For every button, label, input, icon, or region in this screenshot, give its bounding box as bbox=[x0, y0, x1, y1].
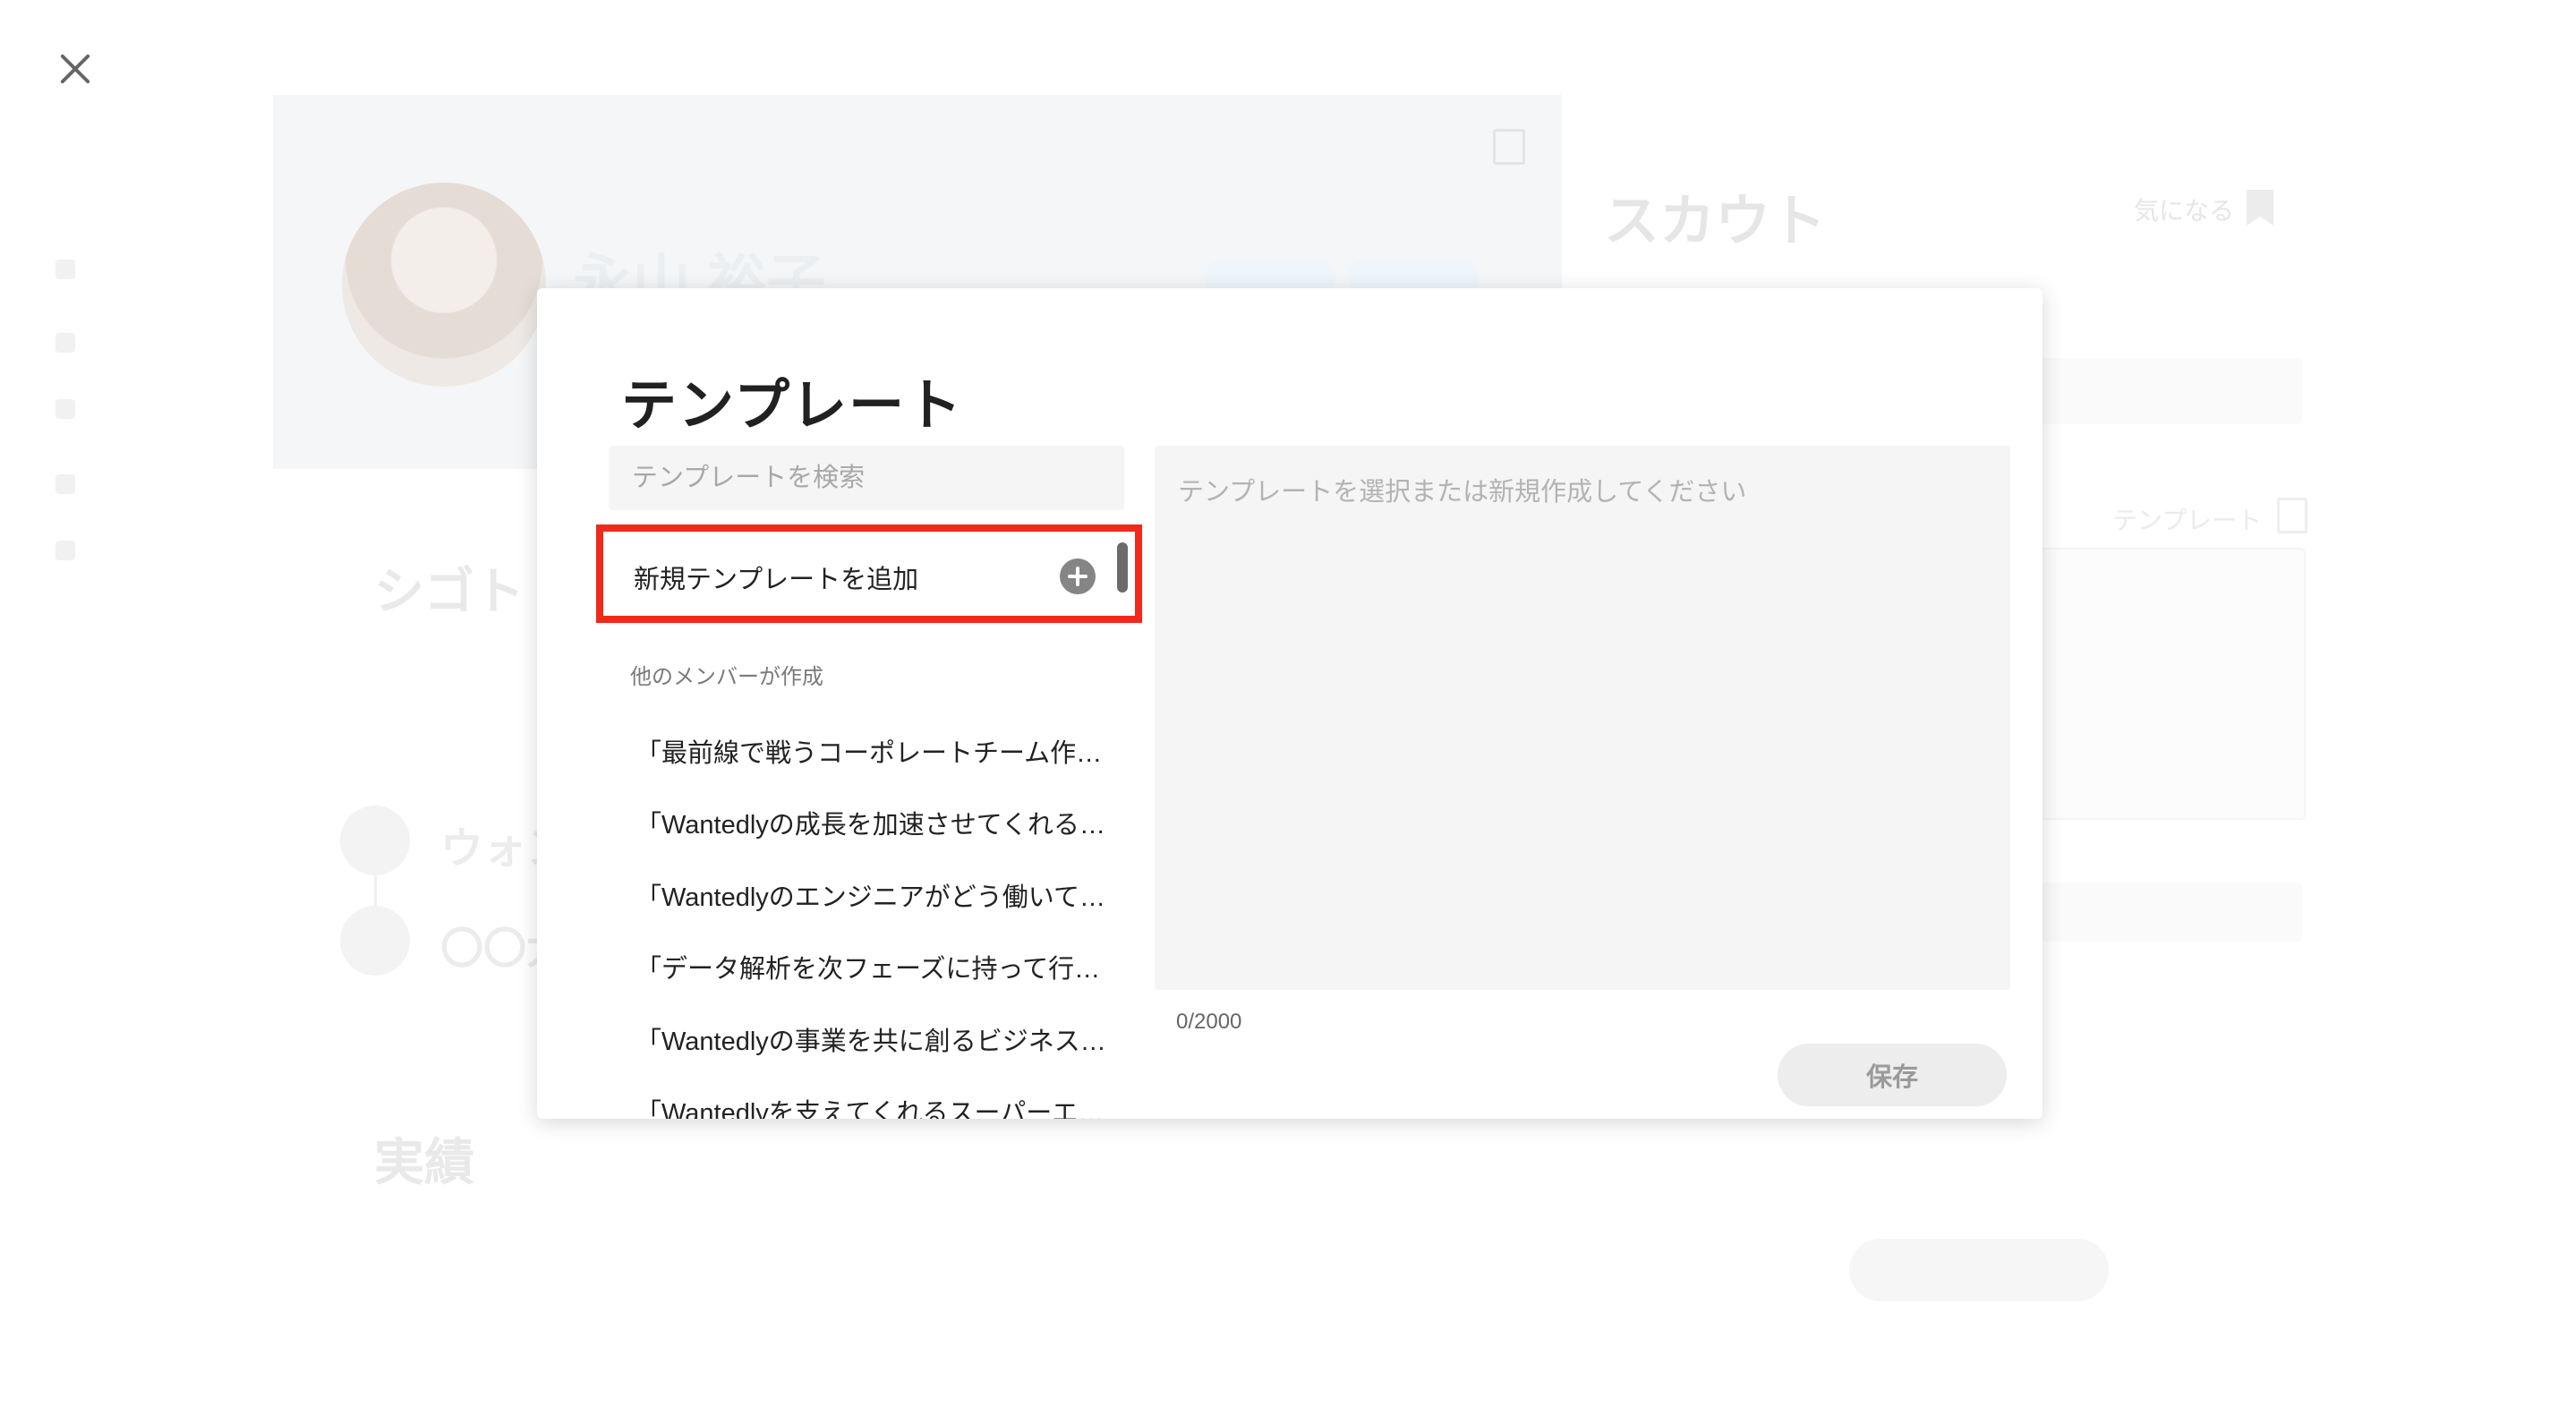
group-label: 他のメンバーが作成 bbox=[630, 665, 823, 689]
section-heading: シゴト bbox=[374, 563, 525, 619]
template-item[interactable]: 「データ解析を次フェーズに持って行… bbox=[635, 948, 1137, 1019]
template-list: 「最前線で戦うコーポレートチーム作… 「Wantedlyの成長を加速させてくれる… bbox=[635, 732, 1137, 1119]
save-button[interactable]: 保存 bbox=[1778, 1044, 2007, 1106]
list-scrollbar[interactable] bbox=[1117, 542, 1128, 593]
side-nav-icon bbox=[55, 399, 75, 419]
template-item[interactable]: 「Wantedlyの成長を加速させてくれる… bbox=[635, 804, 1137, 875]
section-heading: 実績 bbox=[374, 1134, 474, 1190]
add-template-label: 新規テンプレートを追加 bbox=[634, 566, 919, 594]
avatar bbox=[342, 183, 546, 387]
side-nav-icon bbox=[55, 260, 75, 279]
copy-icon bbox=[1493, 129, 1525, 165]
side-nav-icon bbox=[55, 474, 75, 494]
template-item[interactable]: 「Wantedlyのエンジニアがどう働いて… bbox=[635, 876, 1137, 948]
plus-circle-icon[interactable] bbox=[1060, 559, 1096, 594]
template-search-input[interactable] bbox=[609, 446, 1124, 510]
template-modal: テンプレート 新規テンプレートを追加 他のメンバーが作成 「最前線で戦うコーポレ… bbox=[537, 288, 2043, 1119]
template-item[interactable]: 「Wantedlyを支えてくれるスーパーエ… bbox=[635, 1092, 1137, 1119]
template-item[interactable]: 「Wantedlyの事業を共に創るビジネス… bbox=[635, 1020, 1137, 1092]
char-counter: 0/2000 bbox=[1176, 1010, 1242, 1034]
modal-title: テンプレート bbox=[621, 375, 964, 437]
close-icon[interactable] bbox=[55, 49, 95, 89]
bookmark-icon bbox=[2247, 190, 2273, 226]
side-nav-icon bbox=[55, 541, 75, 560]
send-button bbox=[1849, 1239, 2109, 1301]
template-link: テンプレート bbox=[2112, 507, 2263, 534]
template-icon bbox=[2277, 498, 2307, 533]
scout-title: スカウト bbox=[1604, 191, 1827, 252]
template-list-panel: 新規テンプレートを追加 他のメンバーが作成 「最前線で戦うコーポレートチーム作…… bbox=[596, 524, 1151, 1119]
side-nav-icon bbox=[55, 333, 75, 353]
bookmark-icon bbox=[340, 806, 410, 875]
bookmark-label: 気になる bbox=[2134, 197, 2235, 225]
template-item[interactable]: 「最前線で戦うコーポレートチーム作… bbox=[635, 732, 1137, 804]
graduation-cap-icon bbox=[340, 906, 410, 976]
template-body-field[interactable] bbox=[1155, 446, 2010, 990]
add-template-button[interactable]: 新規テンプレートを追加 bbox=[596, 524, 1142, 623]
